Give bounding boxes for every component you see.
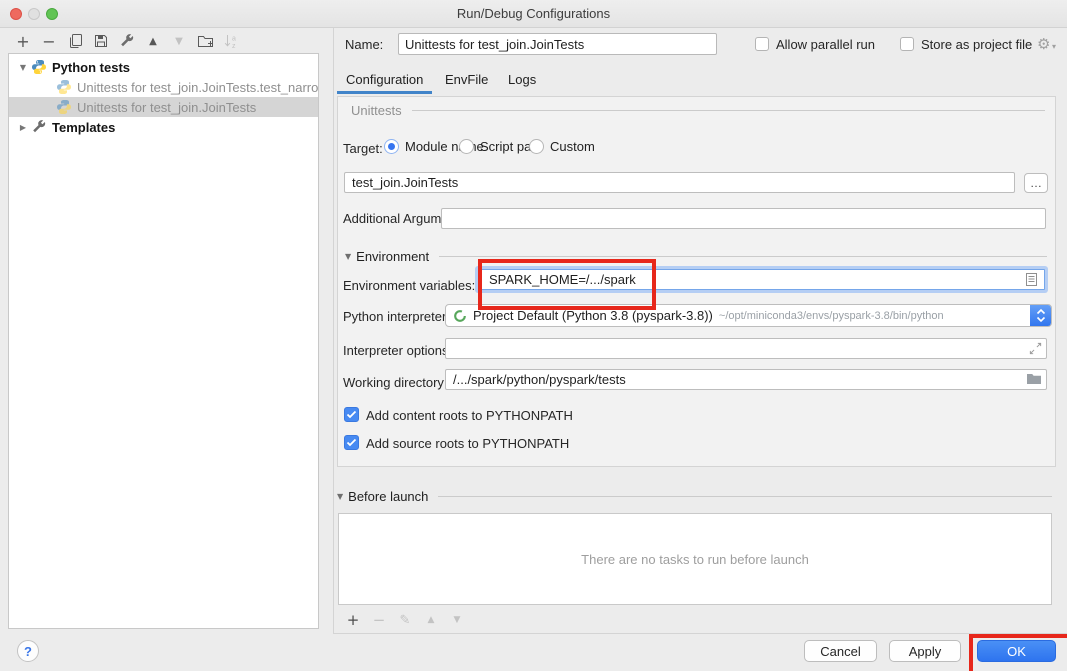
save-configuration-icon[interactable]: [88, 31, 114, 51]
python-interpreter-dropdown[interactable]: Project Default (Python 3.8 (pyspark-3.8…: [445, 304, 1052, 327]
tree-group-python-tests[interactable]: ▼ Python tests: [9, 57, 318, 77]
tree-group-templates[interactable]: ▶ Templates: [9, 117, 318, 137]
move-task-up-icon: ▲: [418, 611, 444, 629]
tree-item-label: Unittests for test_join.JoinTests.test_n…: [77, 80, 318, 95]
environment-variables-label: Environment variables:: [343, 278, 475, 293]
working-directory-input[interactable]: [445, 369, 1047, 390]
chevron-down-icon[interactable]: ▼: [9, 63, 31, 72]
add-content-roots-label: Add content roots to PYTHONPATH: [366, 408, 573, 423]
run-debug-configurations-dialog: Run/Debug Configurations + − ▲ ▼ az ▼ Py: [0, 0, 1067, 671]
ok-button[interactable]: OK: [977, 640, 1056, 662]
conda-env-icon: [453, 309, 467, 323]
configurations-tree: ▼ Python tests Unittests for test_join.J…: [8, 53, 319, 629]
edit-variables-icon[interactable]: [1025, 272, 1038, 287]
python-icon: [56, 79, 72, 95]
window-title: Run/Debug Configurations: [0, 0, 1067, 28]
unittests-group-header: Unittests: [351, 103, 1045, 118]
sidebar-toolbar: + − ▲ ▼ az: [10, 31, 244, 51]
module-name-input[interactable]: [344, 172, 1015, 193]
move-up-icon[interactable]: ▲: [140, 31, 166, 51]
tree-templates-label: Templates: [52, 120, 115, 135]
target-option-label: Custom: [550, 139, 595, 154]
environment-variables-value: SPARK_HOME=/.../spark: [479, 272, 1025, 287]
unittests-group-label: Unittests: [351, 103, 402, 118]
move-task-down-icon: ▼: [444, 611, 470, 629]
help-button[interactable]: ?: [17, 640, 39, 662]
python-icon: [31, 59, 47, 75]
dropdown-spinner-button[interactable]: [1030, 304, 1051, 327]
tree-item-test-narrow[interactable]: Unittests for test_join.JoinTests.test_n…: [9, 77, 318, 97]
target-option-custom[interactable]: Custom: [529, 139, 595, 154]
store-as-project-file-label: Store as project file: [921, 37, 1032, 52]
gear-icon[interactable]: ⚙: [1037, 35, 1050, 53]
radio-selected-icon[interactable]: [384, 139, 399, 154]
folder-icon[interactable]: [1026, 372, 1042, 386]
before-launch-label: Before launch: [348, 489, 428, 504]
add-source-roots-label: Add source roots to PYTHONPATH: [366, 436, 569, 451]
name-input[interactable]: [398, 33, 717, 55]
gear-caret-icon: ▾: [1052, 42, 1056, 51]
wrench-icon: [31, 119, 47, 135]
active-tab-underline: [337, 91, 432, 94]
add-configuration-icon[interactable]: +: [10, 31, 36, 51]
python-icon: [56, 99, 72, 115]
add-content-roots-checkbox[interactable]: [344, 407, 359, 422]
edit-templates-icon[interactable]: [114, 31, 140, 51]
tab-envfile[interactable]: EnvFile: [445, 72, 488, 87]
radio-icon[interactable]: [459, 139, 474, 154]
before-launch-task-list: There are no tasks to run before launch: [338, 513, 1052, 605]
svg-text:z: z: [232, 43, 236, 49]
python-interpreter-label: Python interpreter:: [343, 309, 450, 324]
allow-parallel-run-label: Allow parallel run: [776, 37, 875, 52]
sort-configurations-icon: az: [218, 31, 244, 51]
store-as-project-file-checkbox[interactable]: [900, 37, 914, 51]
move-down-icon: ▼: [166, 31, 192, 51]
add-task-icon[interactable]: +: [340, 611, 366, 629]
copy-configuration-icon[interactable]: [62, 31, 88, 51]
chevron-right-icon[interactable]: ▶: [9, 123, 31, 132]
divider: [412, 110, 1045, 111]
environment-section-label: Environment: [356, 249, 429, 264]
configuration-panel: Unittests Target: Module name Script pat…: [337, 96, 1056, 467]
allow-parallel-run-checkbox[interactable]: [755, 37, 769, 51]
name-label: Name:: [345, 37, 383, 52]
chevron-down-icon[interactable]: ▼: [337, 492, 343, 501]
sidebar-divider: [333, 28, 334, 634]
tab-configuration[interactable]: Configuration: [346, 72, 423, 87]
svg-text:a: a: [232, 36, 236, 43]
apply-button[interactable]: Apply: [889, 640, 961, 662]
python-interpreter-value: Project Default (Python 3.8 (pyspark-3.8…: [473, 308, 713, 323]
divider: [438, 496, 1052, 497]
remove-task-icon: −: [366, 611, 392, 629]
tab-logs[interactable]: Logs: [508, 72, 536, 87]
new-folder-icon[interactable]: [192, 31, 218, 51]
before-launch-empty-text: There are no tasks to run before launch: [581, 552, 809, 567]
before-launch-section-header[interactable]: ▼ Before launch: [337, 489, 1052, 504]
cancel-button[interactable]: Cancel: [804, 640, 877, 662]
footer-divider: [334, 633, 1067, 634]
tree-group-label: Python tests: [52, 60, 130, 75]
environment-variables-input[interactable]: SPARK_HOME=/.../spark: [478, 269, 1045, 290]
browse-module-button[interactable]: …: [1024, 173, 1048, 193]
radio-icon[interactable]: [529, 139, 544, 154]
environment-section-header[interactable]: ▼ Environment: [345, 249, 1047, 264]
python-interpreter-path: ~/opt/miniconda3/envs/pyspark-3.8/bin/py…: [719, 310, 1030, 322]
tree-item-jointests-selected[interactable]: Unittests for test_join.JoinTests: [9, 97, 318, 117]
titlebar: Run/Debug Configurations: [0, 0, 1067, 28]
remove-configuration-icon[interactable]: −: [36, 31, 62, 51]
interpreter-options-label: Interpreter options:: [343, 343, 452, 358]
add-source-roots-checkbox[interactable]: [344, 435, 359, 450]
expand-field-icon[interactable]: [1028, 341, 1043, 356]
target-label: Target:: [343, 141, 383, 156]
additional-arguments-input[interactable]: [441, 208, 1046, 229]
interpreter-options-input[interactable]: [445, 338, 1047, 359]
edit-task-icon: ✎: [392, 611, 418, 629]
working-directory-label: Working directory:: [343, 375, 448, 390]
chevron-down-icon[interactable]: ▼: [345, 252, 351, 261]
tree-item-label: Unittests for test_join.JoinTests: [77, 100, 256, 115]
divider: [439, 256, 1047, 257]
before-launch-toolbar: + − ✎ ▲ ▼: [340, 611, 470, 629]
